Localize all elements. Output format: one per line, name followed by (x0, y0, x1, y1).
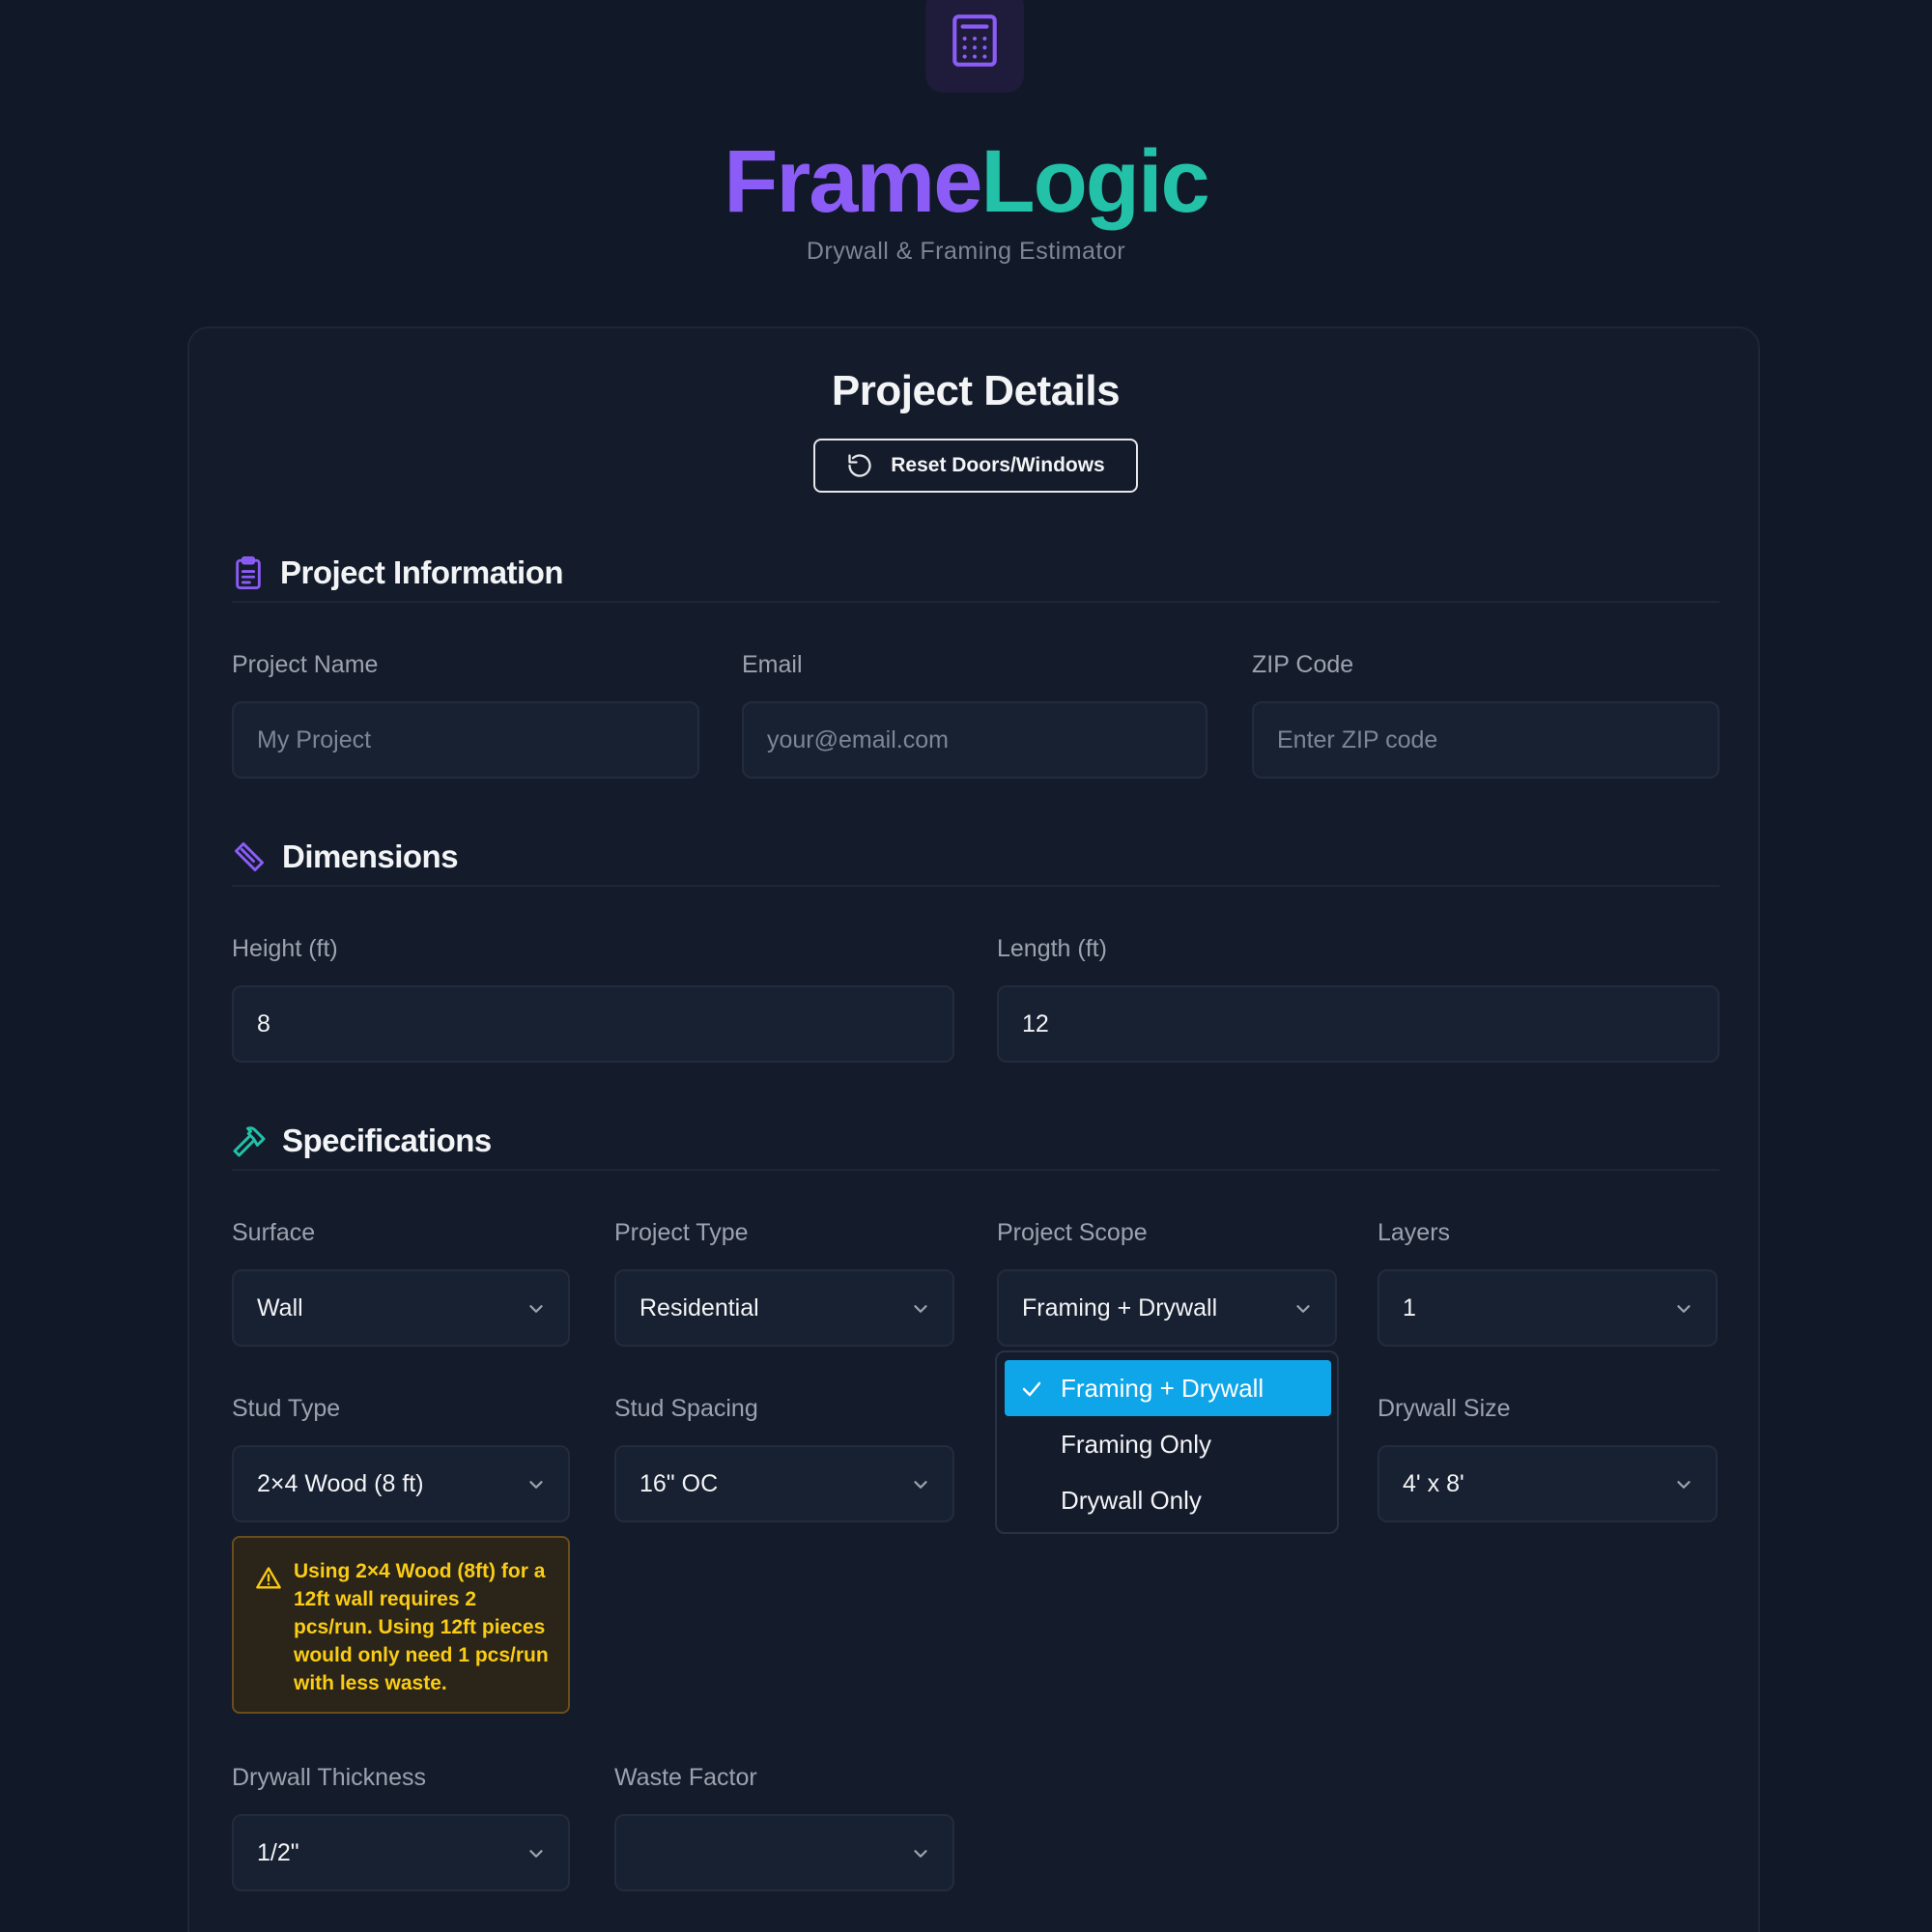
project-scope-value: Framing + Drywall (1022, 1293, 1218, 1321)
surface-select[interactable]: Wall (232, 1269, 570, 1347)
chevron-down-icon (914, 1850, 927, 1858)
surface-label: Surface (232, 1219, 316, 1246)
project-type-value: Residential (639, 1293, 759, 1321)
drywall-size-value: 4' x 8' (1403, 1469, 1464, 1497)
stud-type-label: Stud Type (232, 1395, 341, 1422)
drywall-size-label: Drywall Size (1378, 1395, 1511, 1422)
drywall-size-select[interactable]: 4' x 8' (1378, 1445, 1718, 1522)
stud-type-value: 2×4 Wood (8 ft) (257, 1469, 424, 1497)
length-input[interactable]: 12 (997, 985, 1719, 1063)
zip-code-input[interactable]: Enter ZIP code (1252, 701, 1719, 779)
project-scope-label: Project Scope (997, 1219, 1148, 1246)
project-type-select[interactable]: Residential (614, 1269, 954, 1347)
warning-triangle-icon (256, 1567, 281, 1589)
section-title-dimensions: Dimensions (282, 838, 459, 874)
length-label: Length (ft) (997, 935, 1107, 962)
chevron-down-icon (529, 1850, 543, 1858)
project-type-label: Project Type (614, 1219, 749, 1246)
project-scope-select[interactable]: Framing + Drywall (997, 1269, 1337, 1347)
project-name-label: Project Name (232, 651, 379, 678)
stud-type-select[interactable]: 2×4 Wood (8 ft) (232, 1445, 570, 1522)
project-details-card: Project Details Reset Doors/Windows Proj… (187, 327, 1760, 1932)
reset-doors-windows-button[interactable]: Reset Doors/Windows (813, 439, 1138, 493)
scope-option-label: Drywall Only (1061, 1485, 1202, 1515)
waste-factor-label: Waste Factor (614, 1764, 757, 1791)
email-field[interactable]: your@email.com (742, 701, 1208, 779)
email-label: Email (742, 651, 803, 678)
app-logo (925, 0, 1024, 93)
chevron-down-icon (1677, 1305, 1690, 1313)
hammer-icon (233, 1126, 266, 1157)
chevron-down-icon (1296, 1305, 1310, 1313)
zip-code-label: ZIP Code (1252, 651, 1354, 678)
scope-option-drywall-only[interactable]: Drywall Only (1005, 1472, 1331, 1528)
warning-text: Using 2×4 Wood (8ft) for a 12ft wall req… (294, 1560, 549, 1694)
height-input[interactable]: 8 (232, 985, 954, 1063)
clipboard-icon (236, 556, 261, 590)
scope-option-framing-only[interactable]: Framing Only (1005, 1416, 1331, 1472)
check-icon (1022, 1381, 1041, 1397)
layers-label: Layers (1378, 1219, 1451, 1246)
reset-button-label: Reset Doors/Windows (891, 454, 1105, 476)
scope-option-label: Framing Only (1061, 1429, 1212, 1459)
section-project-information: Project Information (232, 545, 1719, 603)
chevron-down-icon (914, 1305, 927, 1313)
chevron-down-icon (529, 1481, 543, 1489)
project-name-input[interactable]: My Project (232, 701, 699, 779)
calculator-icon (952, 14, 997, 67)
scope-option-framing-drywall[interactable]: Framing + Drywall (1005, 1360, 1331, 1416)
stud-spacing-select[interactable]: 16" OC (614, 1445, 954, 1522)
surface-value: Wall (257, 1293, 303, 1321)
stud-spacing-label: Stud Spacing (614, 1395, 758, 1422)
stud-length-warning: Using 2×4 Wood (8ft) for a 12ft wall req… (232, 1536, 570, 1714)
stud-spacing-value: 16" OC (639, 1469, 719, 1497)
rotate-ccw-icon (848, 454, 871, 477)
section-specifications: Specifications (232, 1113, 1719, 1171)
height-label: Height (ft) (232, 935, 338, 962)
drywall-thickness-value: 1/2" (257, 1838, 299, 1866)
section-title-specifications: Specifications (282, 1122, 492, 1158)
card-title: Project Details (831, 367, 1121, 414)
scope-option-label: Framing + Drywall (1061, 1373, 1264, 1403)
layers-value: 1 (1403, 1293, 1416, 1321)
chevron-down-icon (1677, 1481, 1690, 1489)
brand-title-part2: Logic (980, 132, 1209, 231)
section-dimensions: Dimensions (232, 829, 1719, 887)
ruler-icon (235, 842, 264, 871)
section-title-project-information: Project Information (280, 554, 564, 590)
waste-factor-select[interactable] (614, 1814, 954, 1891)
chevron-down-icon (529, 1305, 543, 1313)
project-scope-dropdown: Framing + Drywall Framing Only Drywall O… (995, 1350, 1339, 1534)
tagline: Drywall & Framing Estimator (806, 238, 1126, 265)
brand-title-part1: Frame (724, 132, 982, 231)
layers-select[interactable]: 1 (1378, 1269, 1718, 1347)
brand-title: FrameLogic (0, 124, 1932, 240)
drywall-thickness-label: Drywall Thickness (232, 1764, 426, 1791)
drywall-thickness-select[interactable]: 1/2" (232, 1814, 570, 1891)
chevron-down-icon (914, 1481, 927, 1489)
